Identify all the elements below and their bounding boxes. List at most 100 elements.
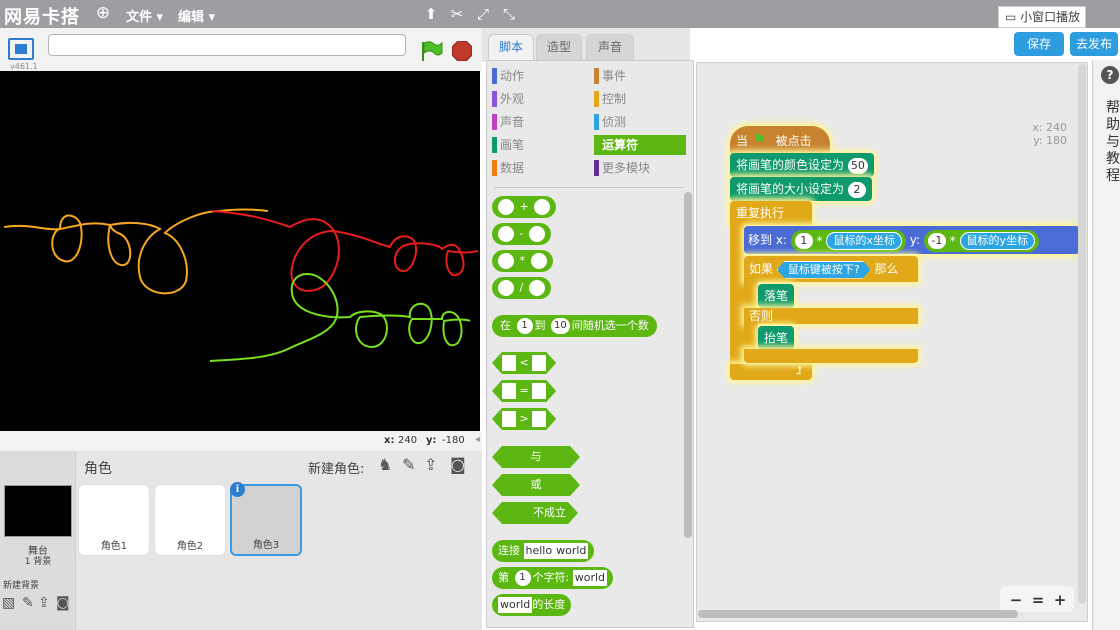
letter-of-block[interactable]: 第 1 个字符: world: [492, 567, 614, 589]
mini-window-play-button[interactable]: ▭ 小窗口播放: [998, 6, 1086, 28]
slot[interactable]: [498, 199, 514, 215]
letter-index-slot[interactable]: 1: [514, 570, 531, 586]
when-flag-clicked-block[interactable]: 当 ⚑ 被点击: [730, 126, 830, 154]
and-block[interactable]: 与: [492, 446, 580, 468]
multiplier-value[interactable]: -1: [927, 233, 946, 249]
category-pen[interactable]: 画笔: [492, 135, 592, 155]
backdrop-library-icon[interactable]: ▧: [2, 595, 15, 611]
slot[interactable]: [502, 355, 516, 371]
slot[interactable]: [532, 411, 546, 427]
mouse-y-reporter[interactable]: 鼠标的y坐标: [959, 232, 1036, 250]
divide-block[interactable]: /: [492, 277, 551, 299]
pen-down-block[interactable]: 落笔: [758, 284, 795, 308]
greater-than-block[interactable]: >: [492, 408, 556, 430]
random-from-slot[interactable]: 1: [516, 318, 533, 334]
slot[interactable]: [502, 383, 516, 399]
category-motion[interactable]: 动作: [492, 66, 592, 86]
multiply-block[interactable]: *: [492, 250, 553, 272]
length-string-slot[interactable]: world: [498, 597, 533, 613]
mouse-x-reporter[interactable]: 鼠标的x坐标: [826, 232, 902, 250]
palette-scrollbar[interactable]: [684, 192, 692, 538]
multiplier-value[interactable]: 1: [794, 233, 813, 249]
category-data[interactable]: 数据: [492, 158, 592, 178]
grow-icon[interactable]: ⤢: [474, 5, 492, 23]
slot[interactable]: [532, 383, 546, 399]
length-of-block[interactable]: world 的长度: [492, 594, 572, 616]
zoom-reset-icon[interactable]: =: [1028, 590, 1048, 610]
not-block[interactable]: 不成立: [492, 502, 578, 524]
edit-menu[interactable]: 编辑 ▾: [178, 6, 215, 25]
category-control[interactable]: 控制: [594, 89, 686, 109]
delete-scissors-icon[interactable]: ✂: [448, 5, 466, 23]
tab-sounds[interactable]: 声音: [586, 34, 634, 60]
app-logo[interactable]: 网易卡搭: [4, 3, 80, 29]
backdrop-upload-icon[interactable]: ⇪: [38, 595, 50, 611]
join-second-slot[interactable]: world: [554, 543, 589, 559]
category-looks[interactable]: 外观: [492, 89, 592, 109]
sprite-library-icon[interactable]: ♞: [378, 455, 392, 474]
upload-icon[interactable]: ⇪: [424, 455, 437, 474]
equals-block[interactable]: =: [492, 380, 556, 402]
shrink-icon[interactable]: ⤡: [500, 5, 518, 23]
less-than-block[interactable]: <: [492, 352, 556, 374]
pen-size-value[interactable]: 2: [847, 181, 866, 198]
random-to-slot[interactable]: 10: [551, 318, 570, 334]
multiply-reporter[interactable]: 1 * 鼠标的x坐标: [790, 229, 906, 252]
join-first-slot[interactable]: hello: [523, 543, 555, 559]
tab-scripts[interactable]: 脚本: [488, 34, 534, 60]
category-operators-selected[interactable]: 运算符: [594, 135, 686, 155]
slot[interactable]: [528, 280, 545, 296]
slot[interactable]: [498, 226, 514, 242]
slot[interactable]: [528, 226, 545, 242]
tab-costumes[interactable]: 造型: [536, 34, 582, 60]
sprite-info-icon[interactable]: i: [230, 482, 245, 497]
slot[interactable]: [498, 280, 514, 296]
slot[interactable]: [530, 253, 547, 269]
backdrop-camera-icon[interactable]: ◙: [56, 595, 70, 611]
publish-button[interactable]: 去发布: [1070, 32, 1118, 56]
stage-canvas[interactable]: [0, 71, 480, 431]
set-pen-color-block[interactable]: 将画笔的颜色设定为 50: [730, 153, 874, 177]
pick-random-block[interactable]: 在 1到 10 间随机选一个数: [492, 315, 657, 337]
set-pen-size-block[interactable]: 将画笔的大小设定为 2: [730, 177, 872, 201]
sprite-tile-2[interactable]: 角色2: [154, 484, 226, 556]
pen-color-value[interactable]: 50: [847, 157, 868, 174]
help-icon[interactable]: ?: [1101, 66, 1119, 84]
file-menu[interactable]: 文件 ▾: [126, 6, 163, 25]
globe-icon[interactable]: ⊕: [94, 4, 112, 22]
category-sound[interactable]: 声音: [492, 112, 592, 132]
collapse-arrow-icon[interactable]: ◂: [475, 434, 480, 445]
project-title-input[interactable]: [48, 34, 406, 56]
join-block[interactable]: 连接 hello world: [492, 540, 595, 562]
or-block[interactable]: 或: [492, 474, 580, 496]
category-sensing[interactable]: 侦测: [594, 112, 686, 132]
mouse-down-reporter[interactable]: 鼠标键被按下?: [777, 261, 871, 279]
script-h-scrollbar[interactable]: [698, 610, 1018, 618]
slot[interactable]: [532, 355, 546, 371]
slot[interactable]: [498, 253, 514, 269]
slot[interactable]: [502, 411, 516, 427]
category-more-blocks[interactable]: 更多模块: [594, 158, 686, 178]
sprite-tile-1[interactable]: 角色1: [78, 484, 150, 556]
help-tutorials-label[interactable]: 帮助与教程: [1106, 100, 1120, 185]
save-button[interactable]: 保存: [1014, 32, 1064, 56]
stage-thumbnail[interactable]: [4, 485, 72, 537]
script-v-scrollbar[interactable]: [1078, 64, 1086, 604]
stop-sign-icon[interactable]: [452, 41, 472, 61]
presentation-mode-icon[interactable]: [8, 38, 34, 60]
backdrop-paint-icon[interactable]: ✎: [22, 595, 34, 611]
duplicate-icon[interactable]: ⬆: [422, 5, 440, 23]
camera-icon[interactable]: ◙: [450, 455, 466, 474]
add-block[interactable]: +: [492, 196, 557, 218]
multiply-reporter[interactable]: -1 * 鼠标的y坐标: [923, 229, 1040, 252]
category-events[interactable]: 事件: [594, 66, 686, 86]
go-to-xy-block[interactable]: 移到 x: 1 * 鼠标的x坐标 y: -1 * 鼠标的y坐标: [744, 226, 1080, 254]
letter-string-slot[interactable]: world: [572, 570, 608, 586]
zoom-in-icon[interactable]: +: [1050, 590, 1070, 610]
zoom-out-icon[interactable]: −: [1006, 590, 1026, 610]
paint-brush-icon[interactable]: ✎: [402, 455, 415, 474]
green-flag-icon[interactable]: [420, 40, 444, 62]
slot[interactable]: [534, 199, 551, 215]
pen-up-block[interactable]: 抬笔: [758, 326, 795, 350]
subtract-block[interactable]: -: [492, 223, 551, 245]
